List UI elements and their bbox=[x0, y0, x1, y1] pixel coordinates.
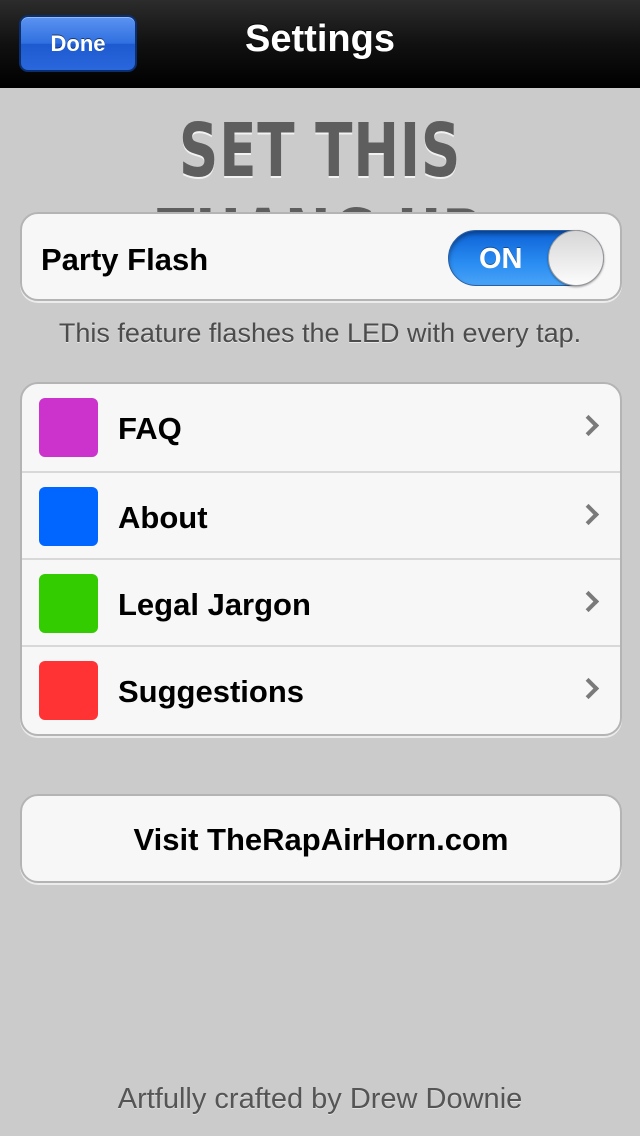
menu-item-suggestions[interactable]: Suggestions bbox=[22, 645, 620, 733]
party-flash-label: Party Flash bbox=[41, 242, 209, 277]
menu-item-about[interactable]: About bbox=[22, 471, 620, 559]
visit-website-label: Visit TheRapAirHorn.com bbox=[133, 822, 509, 857]
toggle-on-text: ON bbox=[479, 243, 523, 275]
page-title: Settings bbox=[245, 18, 395, 60]
menu-item-label: Suggestions bbox=[118, 674, 305, 709]
menu-item-label: Legal Jargon bbox=[118, 587, 311, 622]
chevron-right-icon bbox=[577, 590, 600, 613]
toggle-knob[interactable] bbox=[548, 230, 604, 286]
faq-color-swatch bbox=[39, 398, 98, 457]
about-color-swatch bbox=[39, 487, 98, 546]
chevron-right-icon bbox=[577, 414, 600, 437]
settings-menu: FAQ About Legal Jargon Suggestions bbox=[20, 382, 622, 736]
chevron-right-icon bbox=[577, 677, 600, 700]
party-flash-description: This feature flashes the LED with every … bbox=[58, 318, 582, 348]
visit-website-button[interactable]: Visit TheRapAirHorn.com bbox=[20, 794, 622, 883]
menu-item-legal-jargon[interactable]: Legal Jargon bbox=[22, 558, 620, 646]
menu-item-faq[interactable]: FAQ bbox=[22, 384, 620, 472]
footer-credit: Artfully crafted by Drew Downie bbox=[117, 1083, 523, 1115]
navigation-bar: Done Settings bbox=[0, 0, 640, 88]
menu-item-label: About bbox=[118, 500, 208, 535]
chevron-right-icon bbox=[577, 503, 600, 526]
suggestions-color-swatch bbox=[39, 661, 98, 720]
legal-color-swatch bbox=[39, 574, 98, 633]
party-flash-toggle[interactable]: ON bbox=[448, 230, 604, 286]
party-flash-cell: Party Flash ON bbox=[20, 212, 622, 301]
menu-item-label: FAQ bbox=[118, 411, 182, 446]
